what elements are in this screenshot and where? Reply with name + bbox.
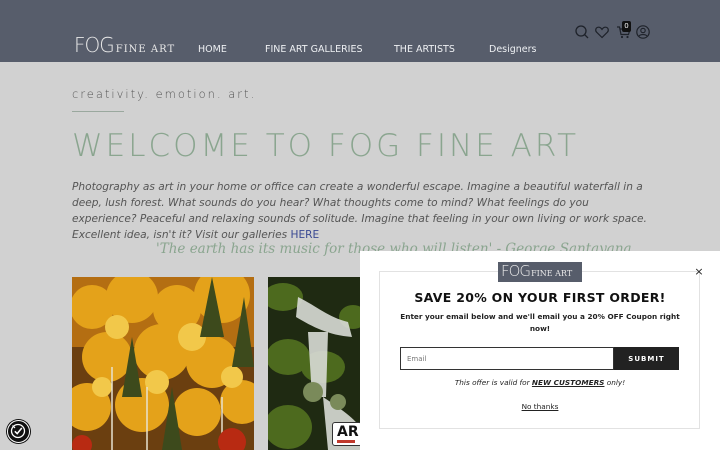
- popup-logo: FOG FINE ART: [498, 262, 582, 282]
- header-icons: [574, 24, 654, 40]
- accessibility-icon: [10, 423, 26, 439]
- popup-heading: SAVE 20% ON YOUR FIRST ORDER!: [414, 290, 666, 305]
- popup-close-button[interactable]: ×: [692, 265, 706, 279]
- offer-terms: This offer is valid for NEW CUSTOMERS on…: [360, 378, 720, 387]
- intro-paragraph: Photography as art in your home or offic…: [72, 179, 652, 243]
- logo-sub-text: FINE ART: [115, 44, 176, 55]
- tagline: creativity. emotion. art.: [72, 87, 257, 101]
- logo-main-text: FOG: [74, 33, 115, 57]
- ar-badge: AR: [332, 422, 360, 446]
- nav-the-artists[interactable]: THE ARTISTS: [394, 44, 455, 55]
- ar-badge-stripe: [337, 440, 355, 443]
- popup-logo-sub: FINE ART: [531, 269, 573, 278]
- site-logo[interactable]: FOG FINE ART: [74, 33, 175, 57]
- user-icon[interactable]: [635, 24, 651, 40]
- cart-count-badge: 0: [622, 21, 631, 32]
- nav-designers[interactable]: Designers: [489, 44, 537, 55]
- offer-suffix: only!: [604, 378, 626, 387]
- offer-new-customers: NEW CUSTOMERS: [531, 378, 605, 387]
- offer-prefix: This offer is valid for: [454, 378, 532, 387]
- galleries-here-link[interactable]: HERE: [290, 229, 319, 241]
- tagline-divider: [72, 111, 124, 112]
- no-thanks-link[interactable]: No thanks: [360, 402, 720, 411]
- gallery-image-forest-waterfall[interactable]: AR: [268, 277, 360, 450]
- accessibility-button[interactable]: [7, 420, 30, 443]
- popup-logo-main: FOG: [501, 262, 531, 280]
- popup-description: Enter your email below and we'll email y…: [400, 312, 680, 333]
- page-title: WELCOME TO FOG FINE ART: [72, 128, 580, 164]
- heart-icon[interactable]: [594, 24, 610, 40]
- submit-button[interactable]: SUBMIT: [614, 347, 679, 370]
- ar-badge-text: AR: [337, 424, 359, 440]
- intro-text: Photography as art in your home or offic…: [72, 181, 647, 241]
- search-icon[interactable]: [574, 24, 590, 40]
- gallery-image-autumn-aspens[interactable]: [72, 277, 254, 450]
- nav-fine-art-galleries[interactable]: FINE ART GALLERIES: [265, 44, 363, 55]
- nav-home[interactable]: HOME: [198, 44, 227, 55]
- email-field[interactable]: [400, 347, 614, 370]
